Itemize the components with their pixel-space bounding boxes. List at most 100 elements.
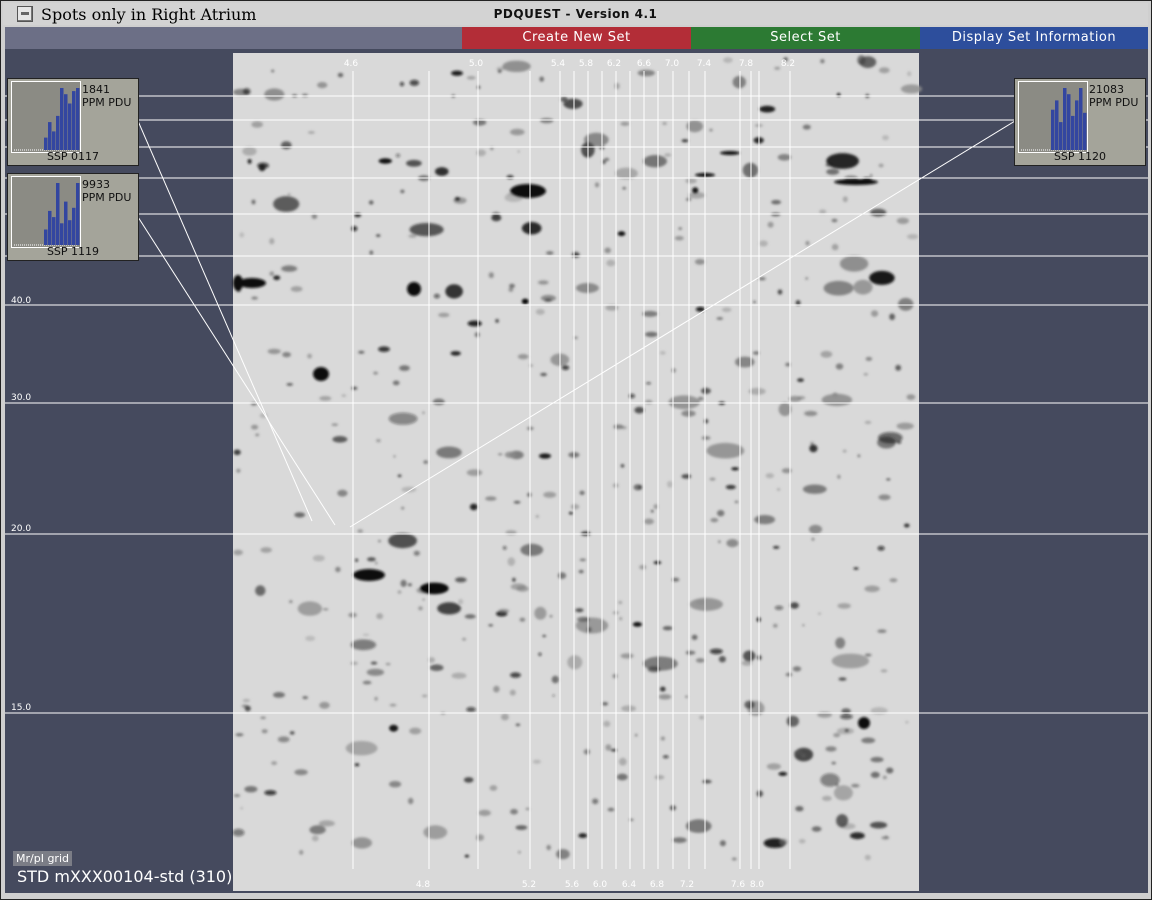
protein-spot — [509, 283, 515, 288]
protein-spot — [765, 473, 774, 479]
protein-spot — [778, 402, 792, 417]
protein-spot — [289, 600, 293, 603]
protein-spot — [798, 838, 806, 844]
protein-spot — [732, 75, 746, 89]
protein-spot — [323, 608, 329, 611]
gel-image-canvas[interactable]: 4.6 5.0 5.4 5.8 6.2 6.6 7.0 7.4 7.8 8.2 … — [5, 49, 1148, 893]
protein-spot — [467, 320, 482, 327]
ppm-value-text: 9933 PPM PDU — [82, 178, 132, 204]
select-set-button[interactable]: Select Set — [691, 27, 920, 49]
protein-spot — [864, 420, 872, 424]
protein-spot — [385, 662, 391, 666]
protein-spot — [869, 174, 873, 178]
protein-spot — [521, 222, 542, 235]
spot-panel-ssp-0117[interactable]: 1841 PPM PDU SSP 0117 — [7, 78, 139, 166]
protein-spot — [407, 282, 421, 296]
protein-spot — [366, 668, 385, 676]
display-set-information-button[interactable]: Display Set Information — [920, 27, 1148, 49]
protein-spot — [546, 251, 554, 255]
protein-spot — [853, 279, 873, 295]
protein-spot — [510, 808, 518, 815]
protein-spot — [570, 504, 580, 510]
ssp-label: SSP 0117 — [46, 150, 100, 163]
protein-spot — [773, 546, 780, 549]
protein-spot — [731, 467, 739, 471]
protein-spot — [870, 756, 884, 763]
protein-spot — [395, 153, 401, 158]
spot-panel-ssp-1119[interactable]: 9933 PPM PDU SSP 1119 — [7, 173, 139, 261]
protein-spot — [351, 225, 358, 232]
protein-spot — [287, 193, 291, 196]
protein-spot — [244, 786, 258, 793]
protein-spot — [823, 280, 854, 296]
mr-pi-grid-toggle[interactable]: Mr/pI grid — [13, 851, 72, 866]
protein-spot — [422, 694, 428, 698]
protein-spot — [534, 606, 547, 620]
protein-spot — [264, 790, 277, 796]
protein-spot — [422, 411, 425, 414]
protein-spot — [851, 783, 860, 788]
protein-spot — [840, 713, 853, 720]
protein-spot — [311, 835, 319, 842]
protein-spot — [369, 250, 374, 255]
protein-spot — [723, 57, 733, 63]
protein-spot — [603, 720, 611, 728]
protein-spot — [418, 606, 423, 611]
protein-spot — [777, 154, 792, 161]
protein-spot — [802, 124, 811, 130]
protein-spot — [802, 484, 827, 494]
pi-tick-label: 5.0 — [469, 59, 484, 69]
protein-spot — [604, 247, 611, 254]
pi-tick-label: 5.6 — [565, 880, 580, 890]
protein-spot — [642, 310, 658, 317]
protein-spot — [358, 350, 365, 354]
protein-spot — [376, 613, 384, 620]
protein-spot — [831, 243, 839, 251]
protein-spot — [539, 453, 551, 459]
protein-spot — [865, 356, 873, 361]
protein-spot — [619, 617, 623, 621]
protein-spot — [429, 664, 444, 671]
protein-spot — [700, 387, 711, 394]
protein-spot — [836, 814, 849, 828]
protein-spot — [502, 546, 507, 550]
protein-spot — [605, 744, 612, 751]
pi-tick-label: 5.4 — [551, 59, 566, 69]
protein-spot — [882, 135, 889, 141]
protein-spot — [373, 371, 378, 375]
histogram-bar — [1083, 112, 1087, 150]
protein-spot — [662, 626, 673, 631]
protein-spot — [233, 449, 241, 456]
protein-spot — [635, 734, 638, 737]
protein-spot — [906, 234, 919, 240]
protein-spot — [488, 624, 494, 627]
pi-tick-label: 4.6 — [344, 59, 359, 69]
protein-spot — [881, 836, 890, 840]
protein-spot — [521, 298, 529, 305]
pi-tick-label: 7.2 — [680, 880, 694, 890]
spot-panel-ssp-1120[interactable]: 21083 PPM PDU SSP 1120 — [1014, 78, 1146, 166]
protein-spot — [455, 577, 467, 583]
protein-spot — [271, 69, 275, 73]
pi-tick-label: 4.8 — [416, 880, 431, 890]
protein-spot — [685, 178, 697, 184]
protein-spot — [767, 221, 774, 228]
create-new-set-button[interactable]: Create New Set — [462, 27, 691, 49]
protein-spot — [826, 168, 840, 175]
protein-spot — [786, 715, 799, 727]
protein-spot — [242, 88, 251, 95]
protein-spot — [535, 308, 545, 315]
protein-spot — [542, 634, 546, 638]
protein-spot — [804, 410, 818, 417]
histogram-bar — [44, 137, 48, 150]
protein-spot — [726, 539, 739, 548]
protein-spot — [734, 500, 739, 504]
protein-spot — [678, 227, 682, 230]
protein-spot — [337, 72, 344, 78]
pi-tick-label: 8.2 — [781, 59, 795, 69]
protein-spot — [232, 828, 245, 837]
toolbar: Create New Set Select Set Display Set In… — [5, 27, 1148, 49]
protein-spot — [858, 717, 870, 729]
histogram-bar — [68, 220, 72, 245]
protein-spot — [658, 694, 672, 700]
